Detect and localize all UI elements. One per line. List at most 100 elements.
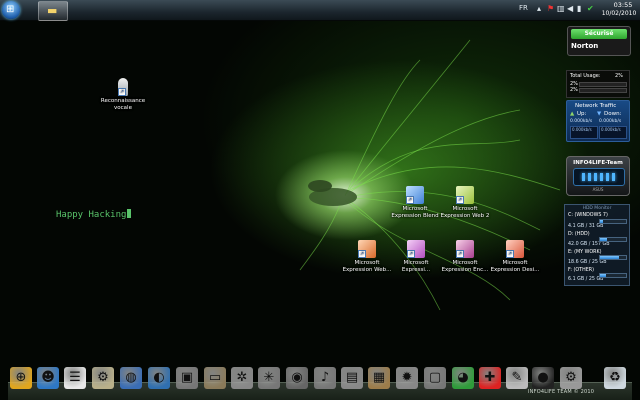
network-globe-icon[interactable]: ◍: [120, 367, 142, 389]
desktop-icon-expression-design[interactable]: ↗ Microsoft Expression Desi...: [487, 240, 543, 273]
norton-brand-label: Norton: [571, 42, 598, 50]
cpu-core1-bar: [579, 82, 627, 87]
gear-head-icon[interactable]: ✹: [396, 367, 418, 389]
desktop-icon-expression-web[interactable]: ↗ Microsoft Expression Web...: [339, 240, 395, 273]
text-cursor: [127, 209, 132, 218]
network-title: Network Traffic: [575, 103, 617, 109]
gears-icon[interactable]: ⚙: [92, 367, 114, 389]
briefcase-icon[interactable]: ▦: [368, 367, 390, 389]
clock-time[interactable]: 03:55: [609, 1, 637, 9]
chip-icon[interactable]: ✲: [231, 367, 253, 389]
norton-status-badge: Sécurisé: [571, 29, 627, 39]
equalizer-display: [573, 168, 625, 186]
shortcut-arrow-icon: ↗: [407, 250, 415, 258]
desktop-icon-expression[interactable]: ↗ Microsoft Expressi...: [388, 240, 444, 273]
happy-hacking-text: Happy Hacking: [56, 209, 132, 220]
hdd-monitor-gadget[interactable]: HDD Monitor C: (WINDOWS 7) 4.1 GB / 31 G…: [564, 204, 630, 286]
icon-label-line2: Expression Web...: [342, 266, 392, 273]
earth-icon[interactable]: ◕: [452, 367, 474, 389]
drive-c-name: C: (WINDOWS 7): [568, 213, 608, 218]
spider-icon[interactable]: ✳: [258, 367, 280, 389]
folder-icon[interactable]: ▭: [204, 367, 226, 389]
microphone-icon[interactable]: ♪: [314, 367, 336, 389]
disk-icon[interactable]: ▤: [341, 367, 363, 389]
up-arrow-icon: ▲: [570, 111, 575, 117]
up-value: 0.000kb/s: [570, 119, 593, 124]
info4life-gadget[interactable]: INFO4LIFE-Team ASUS: [566, 156, 630, 196]
globe-icon[interactable]: ◐: [148, 367, 170, 389]
cpu-meter-gadget[interactable]: Total Usage: 2% 2% 2%: [566, 70, 630, 98]
desktop[interactable]: Happy Hacking ↗ Reconnaissance vocale ↗ …: [0, 0, 640, 400]
swiss-knife-icon[interactable]: ✚: [479, 367, 501, 389]
hdd-header: HDD Monitor: [582, 206, 612, 211]
flag-icon[interactable]: ⚑: [547, 4, 554, 13]
network-traffic-gadget[interactable]: Network Traffic ▲ Up: ▼ Down: 0.000kb/s …: [566, 100, 630, 142]
messenger-icon[interactable]: ☻: [37, 367, 59, 389]
folder-icon: ▬: [47, 4, 58, 17]
safari-compass-icon[interactable]: ⊕: [10, 367, 32, 389]
settings-icon[interactable]: ⚙: [560, 367, 582, 389]
dock-caption: INFO4LIFE TEAM © 2010: [528, 389, 595, 395]
icon-label-line2: Expression Enc...: [441, 266, 489, 273]
network-icon[interactable]: ▥: [557, 4, 565, 13]
icon-label-line2: Expression Blend: [391, 212, 439, 219]
icon-label-line2: Expression Web 2: [440, 212, 490, 219]
norton-logo-text: Norton: [571, 42, 599, 50]
language-indicator[interactable]: FR: [519, 4, 528, 12]
recycle-bin-icon[interactable]: ♻: [604, 367, 626, 389]
down-graph-value: 0.000kb/s: [601, 127, 621, 132]
down-value: 0.000kb/s: [599, 119, 622, 124]
up-graph: 0.000kb/s: [570, 126, 598, 139]
desktop-icon-expression-web-2[interactable]: ↗ Microsoft Expression Web 2: [437, 186, 493, 219]
shortcut-arrow-icon: ↗: [118, 88, 126, 96]
camera-icon[interactable]: ▣: [176, 367, 198, 389]
shortcut-arrow-icon: ↗: [406, 196, 414, 204]
windows-logo-icon: ⊞: [6, 4, 15, 15]
icon-label-line2: Expressi...: [401, 266, 431, 273]
desktop-icon-speech-recognition[interactable]: ↗ Reconnaissance vocale: [95, 78, 151, 111]
drive-c-bar: [599, 219, 627, 224]
expression-web-icon: ↗: [456, 186, 474, 204]
down-graph: 0.000kb/s: [599, 126, 627, 139]
shortcut-arrow-icon: ↗: [456, 196, 464, 204]
icon-label-line1: Reconnaissance: [100, 98, 146, 104]
up-label: Up:: [577, 111, 587, 117]
microphone-icon: ↗: [118, 78, 128, 96]
start-button[interactable]: ⊞: [2, 1, 20, 19]
cpu-total-label: Total Usage:: [570, 73, 601, 79]
wallpaper-streaks: [299, 39, 561, 311]
shortcut-arrow-icon: ↗: [456, 250, 464, 258]
team-title: INFO4LIFE-Team: [573, 160, 623, 166]
taskbar-explorer-button[interactable]: ▬: [38, 1, 68, 21]
expression-design-icon: ↗: [506, 240, 524, 258]
drive-e-size: 18.6 GB / 25 GB: [568, 260, 607, 265]
norton-gadget[interactable]: Sécurisé Norton: [567, 26, 631, 56]
cpu-core2-bar: [579, 88, 627, 93]
up-graph-value: 0.000kb/s: [572, 127, 592, 132]
cpu-core2-value: 2%: [570, 87, 578, 93]
system-tray: FR ▴ ⚑ ▥ ◀ ▮ ✔ 03:55 10/02/2010: [515, 0, 640, 20]
clock-date[interactable]: 10/02/2010: [601, 10, 637, 17]
shortcut-arrow-icon: ↗: [506, 250, 514, 258]
volume-icon[interactable]: ◀: [567, 4, 573, 13]
expression-studio-icon: ↗: [407, 240, 425, 258]
expression-blend-icon: ↗: [406, 186, 424, 204]
desktop-icon-expression-blend[interactable]: ↗ Microsoft Expression Blend: [387, 186, 443, 219]
show-hidden-icons-icon[interactable]: ▴: [537, 4, 541, 13]
battery-icon[interactable]: ▮: [577, 4, 581, 13]
tools-icon[interactable]: ✎: [506, 367, 528, 389]
drive-d-name: D: (HDD): [568, 232, 590, 237]
hacker-mask-icon[interactable]: ●: [532, 367, 554, 389]
drive-e-bar: [599, 255, 627, 260]
team-subtitle: ASUS: [592, 187, 604, 192]
monitor-icon[interactable]: ▢: [424, 367, 446, 389]
shortcut-arrow-icon: ↗: [358, 250, 366, 258]
speaker-icon[interactable]: ◉: [286, 367, 308, 389]
norton-tray-icon[interactable]: ✔: [587, 4, 594, 13]
expression-encoder-icon: ↗: [456, 240, 474, 258]
desktop-icon-expression-encoder[interactable]: ↗ Microsoft Expression Enc...: [437, 240, 493, 273]
icon-label-line2: Expression Desi...: [490, 266, 540, 273]
drive-c-size: 4.1 GB / 31 GB: [568, 224, 604, 229]
notepad-icon[interactable]: ☰: [64, 367, 86, 389]
drive-e-name: E: (MY WORK): [568, 250, 602, 255]
